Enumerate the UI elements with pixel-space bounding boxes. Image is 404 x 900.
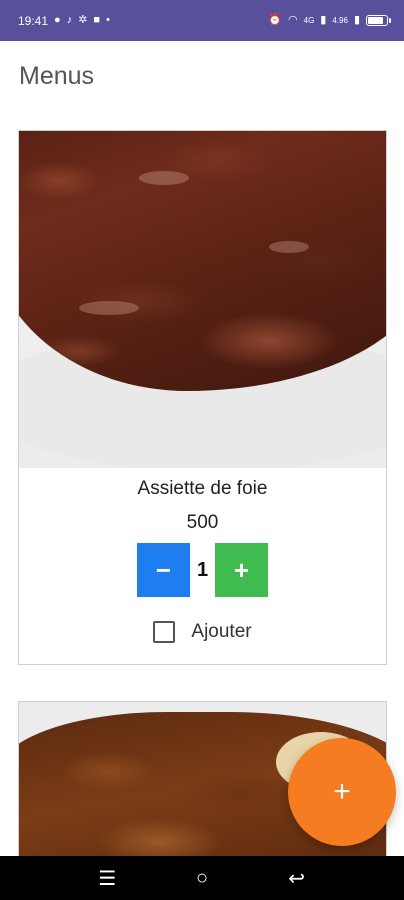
dish-image bbox=[19, 131, 386, 468]
wifi-icon: ◠ bbox=[288, 14, 298, 26]
dish-name: Assiette de foie bbox=[137, 478, 268, 499]
speed-label: 4.96 bbox=[332, 16, 348, 25]
network-label: 4G bbox=[303, 16, 315, 25]
status-right: ⏰ ◠ 4G ▮ 4.96 ▮ bbox=[268, 14, 391, 26]
tiktok-icon: ♪ bbox=[66, 14, 73, 26]
chat-bubble-icon: ● bbox=[54, 14, 61, 26]
back-button[interactable]: ↩ bbox=[277, 866, 317, 891]
dot-icon: • bbox=[106, 14, 110, 26]
alarm-icon: ⏰ bbox=[268, 14, 283, 26]
dish-food bbox=[19, 131, 386, 391]
add-to-order-row[interactable]: Ajouter bbox=[19, 621, 386, 643]
increase-quantity-button[interactable]: + bbox=[215, 543, 268, 597]
menu-card: Assiette de foie 500 − 1 + Ajouter bbox=[18, 130, 387, 665]
page-title: Menus bbox=[19, 62, 95, 90]
app-icon: ■ bbox=[93, 14, 101, 26]
system-nav-bar: ☰ ○ ↩ bbox=[0, 856, 404, 900]
battery-icon bbox=[366, 15, 391, 26]
status-bar: 19:41 ● ♪ ✲ ■ • ⏰ ◠ 4G ▮ 4.96 ▮ bbox=[0, 0, 404, 41]
dish-price: 500 bbox=[186, 512, 219, 533]
status-left: 19:41 ● ♪ ✲ ■ • bbox=[18, 14, 110, 28]
signal-icon-2: ▮ bbox=[353, 14, 360, 26]
quantity-value: 1 bbox=[196, 558, 209, 581]
decrease-quantity-button[interactable]: − bbox=[137, 543, 190, 597]
settings-icon: ✲ bbox=[78, 14, 88, 26]
status-time: 19:41 bbox=[18, 13, 49, 28]
signal-icon: ▮ bbox=[320, 14, 327, 26]
add-checkbox[interactable] bbox=[153, 621, 176, 643]
quantity-stepper: − 1 + bbox=[19, 543, 386, 597]
recent-apps-button[interactable]: ☰ bbox=[87, 866, 127, 891]
add-label: Ajouter bbox=[191, 621, 252, 642]
home-button[interactable]: ○ bbox=[182, 867, 222, 890]
add-menu-fab[interactable]: + bbox=[288, 738, 396, 846]
